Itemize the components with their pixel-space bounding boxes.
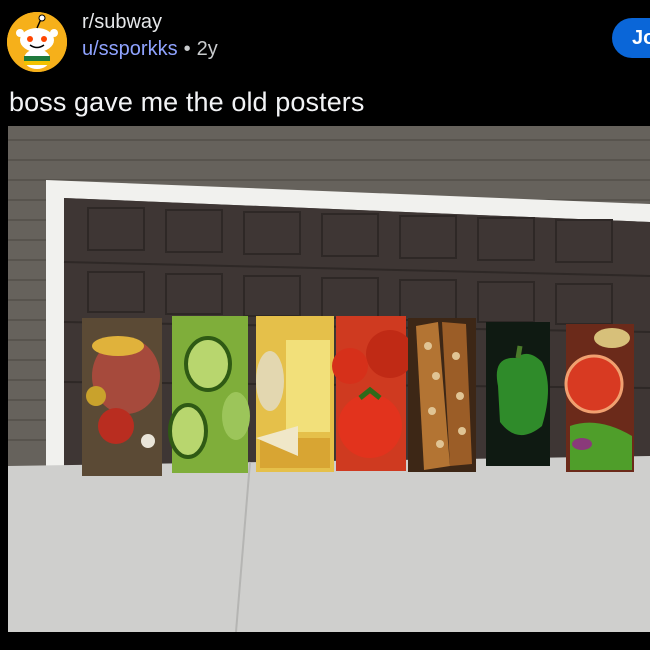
subreddit-name[interactable]: r/subway <box>82 10 218 34</box>
author-username[interactable]: u/ssporkks <box>82 38 178 60</box>
post-meta: r/subway u/ssporkks • 2y <box>82 10 218 63</box>
join-button[interactable]: Jo <box>612 18 650 58</box>
subreddit-avatar-icon[interactable] <box>7 12 67 72</box>
post-image[interactable] <box>8 126 650 632</box>
author-line: u/ssporkks • 2y <box>82 35 218 63</box>
meta-separator: • <box>183 38 191 60</box>
garage-posters-photo <box>8 126 650 632</box>
post-header: r/subway u/ssporkks • 2y Jo <box>0 0 650 82</box>
post-age: 2y <box>196 38 218 60</box>
post-title: boss gave me the old posters <box>9 87 365 117</box>
snoo-icon <box>7 12 67 72</box>
